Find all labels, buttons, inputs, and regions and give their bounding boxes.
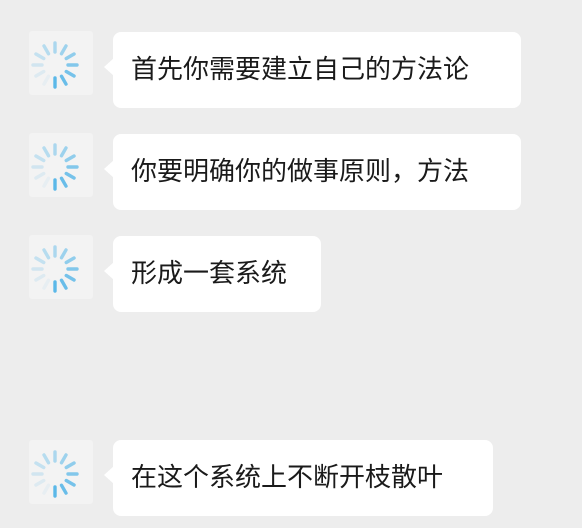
- loading-spinner-icon: [31, 245, 79, 293]
- spinner-segment: [42, 146, 51, 158]
- spinner-segment: [64, 69, 76, 78]
- spinner-segment: [59, 74, 68, 86]
- spinner-segment: [64, 256, 76, 265]
- spinner-segment: [59, 146, 68, 158]
- spinner-segment: [59, 483, 68, 495]
- avatar[interactable]: [29, 133, 93, 197]
- avatar[interactable]: [29, 440, 93, 504]
- spinner-segment: [59, 44, 68, 56]
- message-bubble[interactable]: 首先你需要建立自己的方法论: [104, 32, 521, 108]
- spinner-segment: [59, 453, 68, 465]
- spinner-segment: [59, 278, 68, 290]
- loading-spinner-icon: [31, 143, 79, 191]
- message-row: 在这个系统上不断开枝散叶: [0, 440, 582, 520]
- spinner-segment: [59, 176, 68, 188]
- spinner-segment: [64, 273, 76, 282]
- spinner-segment: [34, 478, 46, 487]
- chat-window: 首先你需要建立自己的方法论 你要明确你的做事原则，方法 形成一套系统 在这个系统…: [0, 0, 582, 528]
- spinner-segment: [34, 256, 46, 265]
- loading-spinner-icon: [31, 450, 79, 498]
- spinner-segment: [59, 248, 68, 260]
- spinner-segment: [64, 154, 76, 163]
- spinner-segment: [42, 248, 51, 260]
- spinner-segment: [64, 171, 76, 180]
- message-row: 你要明确你的做事原则，方法: [0, 133, 582, 214]
- message-bubble[interactable]: 形成一套系统: [104, 236, 321, 312]
- avatar[interactable]: [29, 31, 93, 95]
- spinner-segment: [64, 478, 76, 487]
- spinner-segment: [42, 278, 51, 290]
- spinner-segment: [42, 453, 51, 465]
- loading-spinner-icon: [31, 41, 79, 89]
- spinner-segment: [64, 461, 76, 470]
- avatar[interactable]: [29, 235, 93, 299]
- spinner-segment: [34, 52, 46, 61]
- spinner-segment: [42, 74, 51, 86]
- spinner-segment: [42, 176, 51, 188]
- spinner-segment: [34, 171, 46, 180]
- message-row: 首先你需要建立自己的方法论: [0, 31, 582, 112]
- spinner-segment: [34, 273, 46, 282]
- message-bubble[interactable]: 你要明确你的做事原则，方法: [104, 134, 521, 210]
- spinner-segment: [64, 52, 76, 61]
- spinner-segment: [34, 154, 46, 163]
- spinner-segment: [42, 44, 51, 56]
- message-row: 形成一套系统: [0, 235, 582, 316]
- spinner-segment: [34, 69, 46, 78]
- spinner-segment: [42, 483, 51, 495]
- message-bubble[interactable]: 在这个系统上不断开枝散叶: [104, 440, 493, 516]
- spinner-segment: [34, 461, 46, 470]
